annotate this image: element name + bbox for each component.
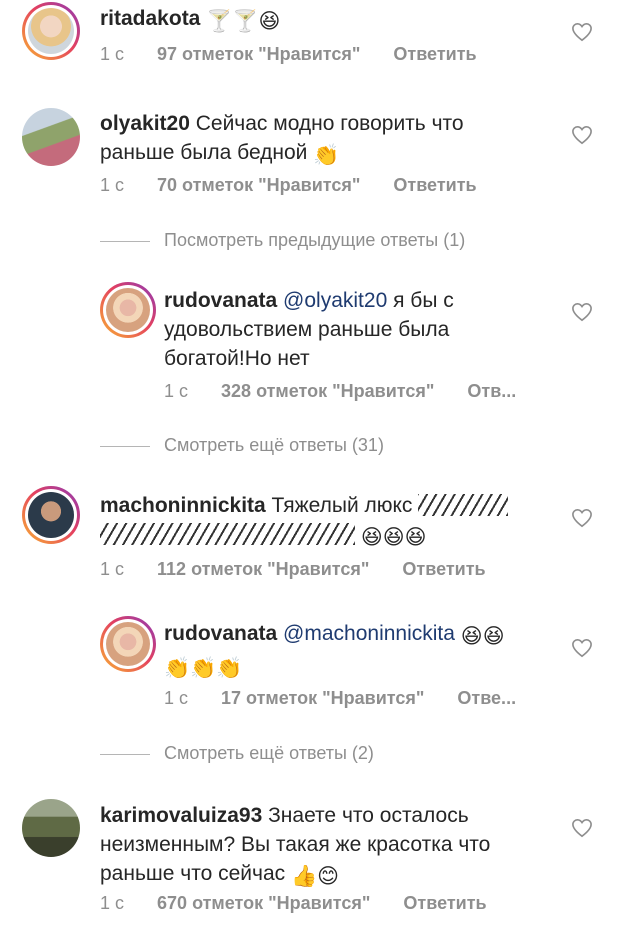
comment-username[interactable]: ritadakota <box>100 7 200 30</box>
comment-meta: 1 с 112 отметок "Нравится" Ответить <box>100 559 514 580</box>
thread-line <box>100 753 150 755</box>
comment-username[interactable]: olyakit20 <box>100 112 190 135</box>
likes-count[interactable]: 97 отметок "Нравится" <box>157 44 360 64</box>
reply-username[interactable]: rudovanata <box>164 289 277 312</box>
reply-button[interactable]: Отв... <box>467 381 516 401</box>
emoji: 😆 <box>460 625 483 648</box>
comment-time: 1 с <box>100 44 125 64</box>
reply-meta: 1 с 17 отметок "Нравится" Отве... <box>164 688 544 709</box>
view-more-replies[interactable]: Смотреть ещё ответы (31) <box>100 435 384 456</box>
reply-button[interactable]: Ответить <box>393 44 476 64</box>
likes-count[interactable]: 17 отметок "Нравится" <box>221 688 424 708</box>
reply-button[interactable]: Ответить <box>402 559 485 579</box>
heart-outline-icon[interactable] <box>571 508 593 528</box>
heart-outline-icon[interactable] <box>571 302 593 322</box>
redacted-scribble <box>100 523 355 545</box>
reply-button[interactable]: Отве... <box>457 688 516 708</box>
comment: machoninnickita Тяжелый люкс 😆😆😆 1 с 112… <box>0 480 625 600</box>
emoji: 😊 <box>317 865 340 888</box>
emoji: 🍸 <box>232 10 259 33</box>
heart-outline-icon[interactable] <box>571 638 593 658</box>
comment: olyakit20 Сейчас модно говорить что рань… <box>0 100 625 220</box>
likes-count[interactable]: 112 отметок "Нравится" <box>157 559 369 579</box>
emoji: 👍 <box>290 865 318 888</box>
mention-link[interactable]: @machoninnickita <box>283 622 455 645</box>
thread-line <box>100 240 150 242</box>
comment-username[interactable]: karimovaluiza93 <box>100 804 262 827</box>
comment-time: 1 с <box>100 175 125 195</box>
thread-line <box>100 445 150 447</box>
comment-meta: 1 с 670 отметок "Нравится" Ответить <box>100 893 515 914</box>
comment: ritadakota 🍸🍸😆 1 с 97 отметок "Нравится"… <box>0 0 625 100</box>
reply-username[interactable]: rudovanata <box>164 622 277 645</box>
view-more-replies[interactable]: Смотреть ещё ответы (2) <box>100 743 374 764</box>
heart-outline-icon[interactable] <box>571 818 593 838</box>
likes-count[interactable]: 670 отметок "Нравится" <box>157 893 370 913</box>
comment-meta: 1 с 70 отметок "Нравится" Ответить <box>100 175 505 196</box>
emoji: 🍸 <box>206 10 233 33</box>
emoji: 👏 <box>164 657 191 680</box>
avatar[interactable] <box>100 616 156 672</box>
reply: rudovanata @olyakit20 я бы с удовольстви… <box>0 280 625 410</box>
emoji: 😆 <box>360 526 383 549</box>
emoji: 😆 <box>258 10 281 33</box>
emoji: 👏 <box>313 144 340 167</box>
emoji: 😆 <box>382 526 405 549</box>
likes-count[interactable]: 70 отметок "Нравится" <box>157 175 360 195</box>
view-previous-replies[interactable]: Посмотреть предыдущие ответы (1) <box>100 230 465 251</box>
avatar[interactable] <box>22 108 80 166</box>
heart-outline-icon[interactable] <box>571 125 593 145</box>
reply-time: 1 с <box>164 688 189 708</box>
avatar[interactable] <box>100 282 156 338</box>
reply-time: 1 с <box>164 381 189 401</box>
comment-time: 1 с <box>100 559 125 579</box>
reply: rudovanata @machoninnickita 😆😆 👏👏👏 1 с 1… <box>0 612 625 722</box>
avatar[interactable] <box>22 2 80 60</box>
likes-count[interactable]: 328 отметок "Нравится" <box>221 381 434 401</box>
mention-link[interactable]: @olyakit20 <box>283 289 387 312</box>
comment-username[interactable]: machoninnickita <box>100 494 266 517</box>
reply-button[interactable]: Ответить <box>403 893 486 913</box>
comment-time: 1 с <box>100 893 125 913</box>
emoji: 😆 <box>404 526 427 549</box>
comment-meta: 1 с 97 отметок "Нравится" Ответить <box>100 44 505 65</box>
heart-outline-icon[interactable] <box>571 22 593 42</box>
comment: karimovaluiza93 Знаете что осталось неиз… <box>0 795 625 943</box>
emoji: 😆 <box>482 625 505 648</box>
avatar[interactable] <box>22 799 80 857</box>
reply-button[interactable]: Ответить <box>393 175 476 195</box>
redacted-scribble <box>418 494 509 516</box>
emoji: 👏 <box>190 657 217 680</box>
comment-text: Тяжелый люкс <box>271 494 413 517</box>
avatar[interactable] <box>22 486 80 544</box>
emoji: 👏 <box>216 657 243 680</box>
reply-meta: 1 с 328 отметок "Нравится" Отв... <box>164 381 544 402</box>
